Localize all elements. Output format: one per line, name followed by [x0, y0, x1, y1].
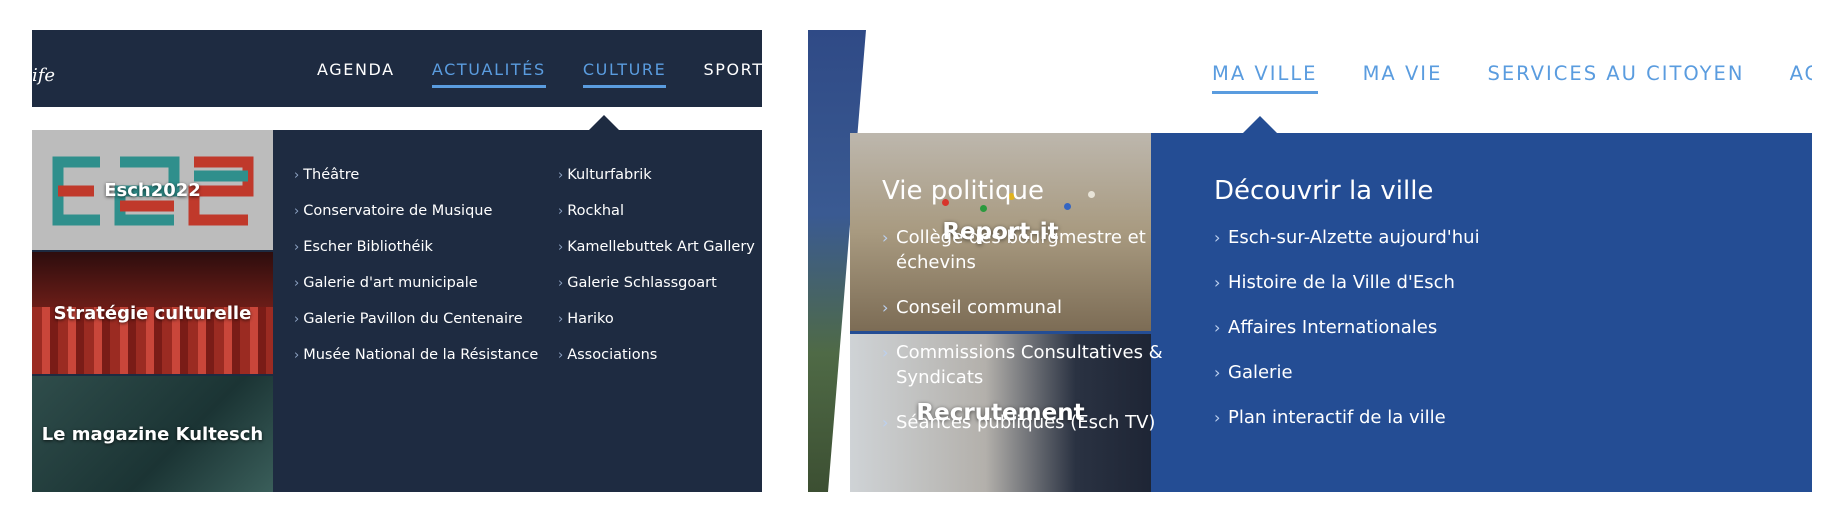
ma-ville-dropdown: Report-it Recrutement Vie politique › Col…	[850, 133, 1812, 492]
nav-ma-vie[interactable]: MA VIE	[1363, 62, 1443, 91]
right-main-nav: MA VILLE MA VIE SERVICES AU CITOYEN ACT	[1212, 62, 1812, 94]
chevron-right-icon: ›	[558, 168, 564, 183]
link-college-bourgmestre[interactable]: › Collège des bourgmestre et échevins	[882, 225, 1182, 275]
link-label: Collège des bourgmestre et échevins	[896, 227, 1146, 273]
nav-services-citoyen[interactable]: SERVICES AU CITOYEN	[1487, 62, 1744, 91]
chevron-right-icon: ›	[294, 204, 300, 219]
link-label: Théâtre	[303, 167, 360, 183]
chevron-right-icon: ›	[558, 348, 564, 363]
nav-sport[interactable]: SPORT & L	[703, 60, 762, 85]
nav-actualites[interactable]: ACT	[1790, 62, 1812, 91]
link-label: Hariko	[567, 311, 614, 327]
nav-agenda[interactable]: AGENDA	[317, 60, 395, 85]
link-hariko[interactable]: › Hariko	[558, 310, 755, 346]
link-label: Galerie	[1228, 362, 1293, 383]
chevron-right-icon: ›	[882, 298, 889, 317]
chevron-right-icon: ›	[294, 348, 300, 363]
link-galerie[interactable]: › Galerie	[1214, 360, 1504, 385]
link-kamellebuttek[interactable]: › Kamellebuttek Art Gallery	[558, 238, 755, 274]
chevron-right-icon: ›	[294, 168, 300, 183]
link-label: Escher Bibliothéik	[303, 239, 433, 255]
link-affaires-internationales[interactable]: › Affaires Internationales	[1214, 315, 1504, 340]
chevron-right-icon: ›	[1214, 318, 1221, 337]
decouvrir-column: Découvrir la ville › Esch-sur-Alzette auj…	[1214, 175, 1504, 450]
link-commissions[interactable]: › Commissions Consultatives & Syndicats	[882, 340, 1182, 390]
link-histoire[interactable]: › Histoire de la Ville d'Esch	[1214, 270, 1504, 295]
dropdown-caret	[588, 115, 620, 131]
culture-dropdown: Esch2022 Stratégie culturelle Le magazin…	[32, 130, 762, 492]
link-label: Galerie Schlassgoart	[567, 275, 717, 291]
chevron-right-icon: ›	[558, 204, 564, 219]
link-label: Affaires Internationales	[1228, 317, 1438, 338]
link-seances-publiques[interactable]: › Séances publiques (Esch TV)	[882, 410, 1182, 435]
chevron-right-icon: ›	[294, 240, 300, 255]
link-associations[interactable]: › Associations	[558, 346, 755, 382]
link-label: Galerie d'art municipale	[303, 275, 478, 291]
left-screenshot: ife AGENDA ACTUALITÉS CULTURE SPORT & L	[32, 30, 762, 492]
chevron-right-icon: ›	[294, 312, 300, 327]
link-label: Conseil communal	[896, 297, 1062, 318]
chevron-right-icon: ›	[882, 228, 889, 247]
link-schlassgoart[interactable]: › Galerie Schlassgoart	[558, 274, 755, 310]
link-rockhal[interactable]: › Rockhal	[558, 202, 755, 238]
nav-culture[interactable]: CULTURE	[582, 60, 667, 88]
column-title: Vie politique	[882, 176, 1044, 206]
site-logo[interactable]: ife	[32, 65, 55, 86]
right-screenshot: MA VILLE MA VIE SERVICES AU CITOYEN ACT …	[808, 30, 1812, 492]
chevron-right-icon: ›	[1214, 273, 1221, 292]
tile-label: Stratégie culturelle	[53, 302, 252, 324]
link-label: Commissions Consultatives & Syndicats	[896, 342, 1163, 388]
chevron-right-icon: ›	[558, 240, 564, 255]
link-musee-resistance[interactable]: › Musée National de la Résistance	[294, 346, 538, 382]
link-label: Associations	[567, 347, 658, 363]
link-label: Kulturfabrik	[567, 167, 652, 183]
tile-strategie-culturelle[interactable]: Stratégie culturelle	[32, 252, 273, 374]
link-label: Galerie Pavillon du Centenaire	[303, 311, 523, 327]
chevron-right-icon: ›	[882, 413, 889, 432]
link-label: Histoire de la Ville d'Esch	[1228, 272, 1455, 293]
dropdown-caret	[1242, 116, 1278, 134]
link-label: Conservatoire de Musique	[303, 203, 493, 219]
link-bibliotheik[interactable]: › Escher Bibliothéik	[294, 238, 538, 274]
link-pavillon-centenaire[interactable]: › Galerie Pavillon du Centenaire	[294, 310, 538, 346]
link-label: Séances publiques (Esch TV)	[896, 412, 1156, 433]
column-title: Découvrir la ville	[1214, 176, 1434, 206]
chevron-right-icon: ›	[1214, 228, 1221, 247]
link-label: Musée National de la Résistance	[303, 347, 539, 363]
vie-politique-column: Vie politique › Collège des bourgmestre e…	[882, 175, 1182, 455]
link-plan-interactif[interactable]: › Plan interactif de la ville	[1214, 405, 1504, 430]
chevron-right-icon: ›	[1214, 363, 1221, 382]
left-main-nav: AGENDA ACTUALITÉS CULTURE SPORT & L	[317, 60, 762, 88]
nav-actualites[interactable]: ACTUALITÉS	[431, 60, 546, 88]
chevron-right-icon: ›	[1214, 408, 1221, 427]
chevron-right-icon: ›	[882, 343, 889, 362]
chevron-right-icon: ›	[558, 312, 564, 327]
nav-ma-ville[interactable]: MA VILLE	[1212, 62, 1318, 94]
link-galerie-municipale[interactable]: › Galerie d'art municipale	[294, 274, 538, 310]
link-label: Kamellebuttek Art Gallery	[567, 239, 755, 255]
chevron-right-icon: ›	[294, 276, 300, 291]
link-kulturfabrik[interactable]: › Kulturfabrik	[558, 166, 755, 202]
link-label: Esch-sur-Alzette aujourd'hui	[1228, 227, 1480, 248]
culture-links-col1: › Théâtre › Conservatoire de Musique › Esch…	[294, 166, 538, 382]
tile-esch2022[interactable]: Esch2022	[32, 130, 273, 250]
link-conservatoire[interactable]: › Conservatoire de Musique	[294, 202, 538, 238]
tile-magazine-kultesch[interactable]: Le magazine Kultesch	[32, 376, 273, 492]
tile-label: Le magazine Kultesch	[41, 423, 264, 445]
link-conseil-communal[interactable]: › Conseil communal	[882, 295, 1182, 320]
tile-label: Esch2022	[104, 179, 201, 201]
link-theatre[interactable]: › Théâtre	[294, 166, 538, 202]
chevron-right-icon: ›	[558, 276, 564, 291]
left-top-navbar: ife AGENDA ACTUALITÉS CULTURE SPORT & L	[32, 30, 762, 107]
link-label: Rockhal	[567, 203, 624, 219]
culture-feature-tiles: Esch2022 Stratégie culturelle Le magazin…	[32, 130, 273, 492]
culture-links-col2: › Kulturfabrik › Rockhal › Kamellebuttek Ar…	[558, 166, 755, 382]
link-esch-aujourdhui[interactable]: › Esch-sur-Alzette aujourd'hui	[1214, 225, 1504, 250]
link-label: Plan interactif de la ville	[1228, 407, 1446, 428]
